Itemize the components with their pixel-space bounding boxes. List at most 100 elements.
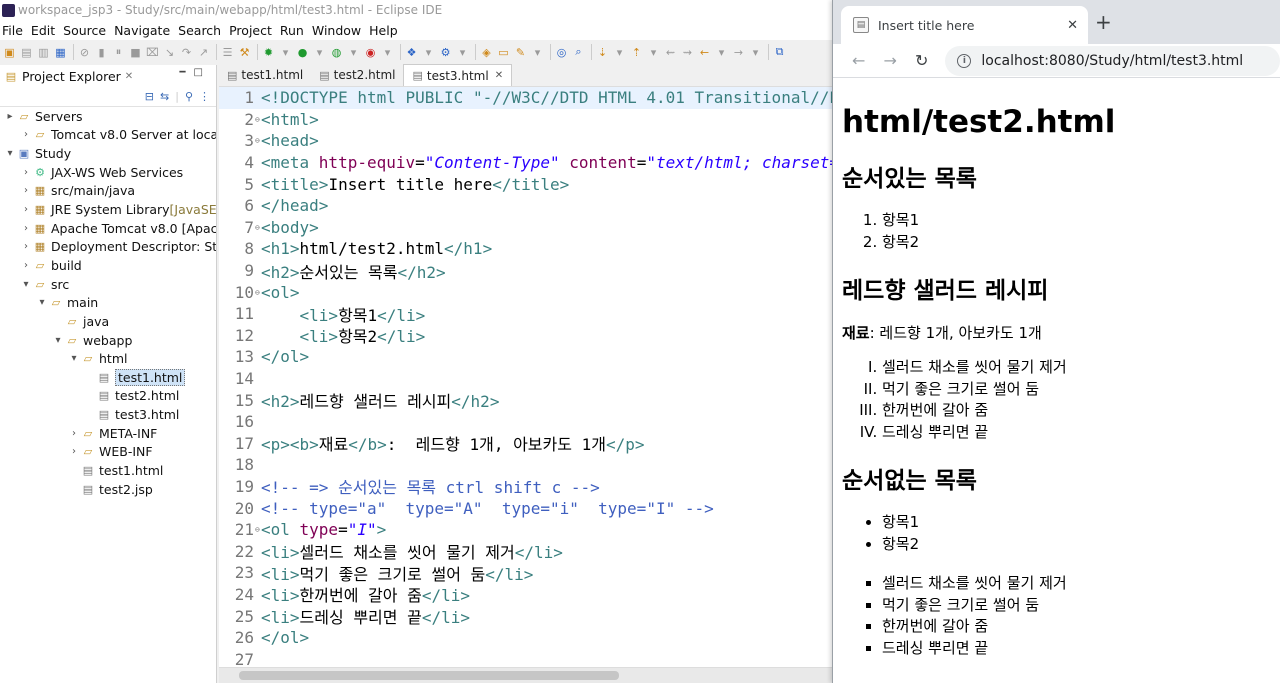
edit-icon[interactable]: ✎ xyxy=(513,44,528,60)
code-line[interactable]: 2 ⊖ <html> xyxy=(219,109,832,131)
twisty-icon[interactable]: › xyxy=(20,223,32,234)
debug-icon[interactable]: ✹ xyxy=(261,44,276,60)
code-editor[interactable]: 1 <!DOCTYPE html PUBLIC "-//W3C//DTD HTML… xyxy=(219,87,832,670)
next-annotation-icon[interactable]: ⇣ xyxy=(595,44,610,60)
terminate-icon[interactable]: ■ xyxy=(128,44,143,60)
link-with-editor-icon[interactable]: ⇆ xyxy=(160,90,169,103)
twisty-icon[interactable]: › xyxy=(20,129,32,140)
code-text[interactable]: <!-- => 순서있는 목록 ctrl shift c --> xyxy=(261,474,832,498)
code-line[interactable]: 6 </head> xyxy=(219,195,832,217)
forward-dropdown-icon[interactable]: ▾ xyxy=(748,44,763,60)
external-tools-dropdown-icon[interactable]: ▾ xyxy=(380,44,395,60)
code-text[interactable]: <ol type="I"> xyxy=(261,520,832,539)
code-line[interactable]: 17 <p><b>재료</b>: 레드향 1개, 아보카도 1개</p> xyxy=(219,433,832,455)
edit-dropdown-icon[interactable]: ▾ xyxy=(530,44,545,60)
code-text[interactable]: <html> xyxy=(261,110,832,129)
tree-item[interactable]: ▱ java xyxy=(0,312,216,331)
debug-dropdown-icon[interactable]: ▾ xyxy=(278,44,293,60)
code-text[interactable]: </ol> xyxy=(261,347,832,366)
code-line[interactable]: 8 <h1>html/test2.html</h1> xyxy=(219,238,832,260)
code-line[interactable]: 5 <title>Insert title here</title> xyxy=(219,173,832,195)
open-perspective-icon[interactable]: ⧉ xyxy=(772,44,787,60)
twisty-icon[interactable]: › xyxy=(68,446,80,457)
new-tab-icon[interactable]: + xyxy=(1095,10,1112,34)
code-line[interactable]: 11 <li>항목1</li> xyxy=(219,303,832,325)
close-tab-icon[interactable]: ✕ xyxy=(1067,18,1078,33)
code-line[interactable]: 25 <li>드레싱 뿌리면 끝</li> xyxy=(219,604,832,628)
code-text[interactable]: <body> xyxy=(261,218,832,237)
next-annotation-dropdown-icon[interactable]: ▾ xyxy=(612,44,627,60)
code-text[interactable]: <!DOCTYPE html PUBLIC "-//W3C//DTD HTML … xyxy=(261,88,832,107)
filter-icon[interactable]: ⚲ xyxy=(185,90,193,103)
tree-item[interactable]: ›▱ Tomcat v8.0 Server at localhost-config xyxy=(0,126,216,145)
address-bar[interactable]: i localhost:8080/Study/html/test3.html xyxy=(945,45,1280,76)
code-text[interactable]: <head> xyxy=(261,131,832,150)
tree-item[interactable]: ▤ test2.html xyxy=(0,387,216,406)
code-line[interactable]: 13 </ol> xyxy=(219,346,832,368)
open-task-icon[interactable]: ☰ xyxy=(220,44,235,60)
new-web-service-dropdown-icon[interactable]: ▾ xyxy=(455,44,470,60)
scrollbar-thumb[interactable] xyxy=(239,671,619,680)
code-text[interactable]: <p><b>재료</b>: 레드향 1개, 아보카도 1개</p> xyxy=(261,431,832,455)
external-tools-icon[interactable]: ◉ xyxy=(363,44,378,60)
code-line[interactable]: 26 </ol> xyxy=(219,627,832,649)
code-line[interactable]: 24 <li>한꺼번에 갈아 줌</li> xyxy=(219,584,832,606)
code-text[interactable]: <li>드레싱 뿌리면 끝</li> xyxy=(261,604,832,628)
step-into-icon[interactable]: ↘ xyxy=(162,44,177,60)
view-menu-icon[interactable]: ⋮ xyxy=(199,90,210,103)
twisty-icon[interactable]: › xyxy=(20,260,32,271)
code-line[interactable]: 3 ⊖ <head> xyxy=(219,130,832,152)
twisty-icon[interactable]: › xyxy=(20,185,32,196)
menu-navigate[interactable]: Navigate xyxy=(112,23,176,38)
disconnect-icon[interactable]: ⌧ xyxy=(145,44,160,60)
menu-edit[interactable]: Edit xyxy=(29,23,61,38)
menu-file[interactable]: File xyxy=(0,23,29,38)
tree-item[interactable]: ▾ ▱ webapp xyxy=(0,331,216,350)
twisty-icon[interactable]: › xyxy=(20,241,32,252)
code-text[interactable]: <li>항목1</li> xyxy=(261,302,832,326)
twisty-icon[interactable]: › xyxy=(20,167,32,178)
back-dropdown-icon[interactable]: ▾ xyxy=(714,44,729,60)
back-arrow-icon[interactable]: ← xyxy=(843,51,874,70)
horizontal-scrollbar[interactable] xyxy=(219,667,832,683)
code-line[interactable]: 22 <li>셀러드 채소를 씻어 물기 제거</li> xyxy=(219,539,832,563)
menu-source[interactable]: Source xyxy=(61,23,112,38)
tree-item[interactable]: ▤ test3.html xyxy=(0,405,216,424)
code-line[interactable]: 10 ⊖ <ol> xyxy=(219,281,832,303)
code-text[interactable]: <title>Insert title here</title> xyxy=(261,175,832,194)
back-icon[interactable]: ← xyxy=(697,44,712,60)
web-browser-icon[interactable]: ◎ xyxy=(554,44,569,60)
save-all-icon[interactable]: ▥ xyxy=(36,44,51,60)
code-text[interactable]: <li>한꺼번에 갈아 줌</li> xyxy=(261,582,832,606)
twisty-icon[interactable]: ▾ xyxy=(68,353,80,364)
menu-run[interactable]: Run xyxy=(278,23,310,38)
print-icon[interactable]: ▦ xyxy=(53,44,68,60)
code-line[interactable]: 4 <meta http-equiv="Content-Type" content… xyxy=(219,152,832,174)
code-line[interactable]: 9 <h2>순서있는 목록</h2> xyxy=(219,260,832,282)
code-text[interactable]: <li>먹기 좋은 크기로 썰어 둠</li> xyxy=(261,561,832,585)
close-icon[interactable]: ✕ xyxy=(125,71,133,82)
code-text[interactable]: <h2>레드향 샐러드 레시피</h2> xyxy=(261,388,832,412)
twisty-icon[interactable]: ▾ xyxy=(20,279,32,290)
tree-item[interactable]: ▸ ▱ Servers xyxy=(0,107,216,126)
twisty-icon[interactable]: › xyxy=(68,428,80,439)
collapse-all-icon[interactable]: ⊟ xyxy=(145,90,154,103)
tree-item[interactable]: ▤ test1.html xyxy=(0,461,216,480)
forward-arrow-icon[interactable]: → xyxy=(874,51,905,70)
code-text[interactable]: </ol> xyxy=(261,628,832,647)
code-line[interactable]: 15 <h2>레드향 샐러드 레시피</h2> xyxy=(219,388,832,412)
code-line[interactable]: 23 <li>먹기 좋은 크기로 썰어 둠</li> xyxy=(219,562,832,584)
search-icon[interactable]: ⌕ xyxy=(571,44,586,60)
twisty-icon[interactable]: › xyxy=(20,204,32,215)
code-text[interactable]: <li>셀러드 채소를 씻어 물기 제거</li> xyxy=(261,539,832,563)
resume-icon[interactable]: ▮ xyxy=(94,44,109,60)
code-line[interactable]: 21 ⊖ <ol type="I"> xyxy=(219,519,832,541)
browser-tab[interactable]: ▤ Insert title here ✕ xyxy=(841,6,1088,44)
code-line[interactable]: 16 xyxy=(219,411,832,433)
step-over-icon[interactable]: ↷ xyxy=(179,44,194,60)
code-text[interactable]: <li>항목2</li> xyxy=(261,323,832,347)
code-line[interactable]: 19 <!-- => 순서있는 목록 ctrl shift c --> xyxy=(219,476,832,498)
format-icon[interactable]: ⚒ xyxy=(237,44,252,60)
twisty-icon[interactable]: ▾ xyxy=(36,297,48,308)
twisty-icon[interactable]: ▸ xyxy=(4,111,16,122)
